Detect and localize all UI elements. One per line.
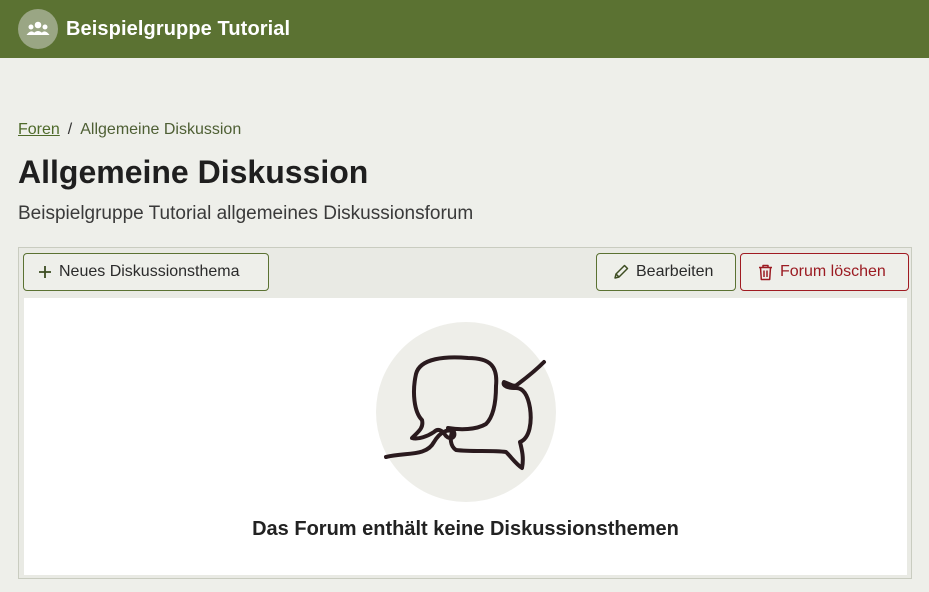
edit-forum-button[interactable]: Bearbeiten bbox=[596, 253, 736, 291]
group-title[interactable]: Beispielgruppe Tutorial bbox=[66, 18, 290, 41]
empty-state-message: Das Forum enthält keine Diskussionstheme… bbox=[252, 518, 679, 540]
top-bar: Beispielgruppe Tutorial bbox=[0, 0, 929, 58]
edit-forum-label: Bearbeiten bbox=[636, 263, 714, 280]
new-topic-button[interactable]: Neues Diskussionsthema bbox=[23, 253, 269, 291]
breadcrumb: Foren / Allgemeine Diskussion bbox=[18, 121, 241, 139]
group-icon[interactable] bbox=[18, 9, 58, 49]
empty-state: Das Forum enthält keine Diskussionstheme… bbox=[24, 298, 907, 575]
forum-panel: Neues Diskussionsthema Bearbeiten Forum … bbox=[18, 247, 912, 579]
plus-icon bbox=[38, 265, 52, 279]
breadcrumb-current: Allgemeine Diskussion bbox=[80, 121, 242, 138]
pencil-icon bbox=[613, 264, 629, 280]
speech-bubbles-icon bbox=[376, 322, 556, 502]
delete-forum-label: Forum löschen bbox=[780, 263, 886, 280]
page-subtitle: Beispielgruppe Tutorial allgemeines Disk… bbox=[18, 203, 474, 224]
trash-icon bbox=[758, 264, 773, 281]
breadcrumb-separator: / bbox=[67, 121, 73, 138]
breadcrumb-link-foren[interactable]: Foren bbox=[18, 121, 60, 139]
delete-forum-button[interactable]: Forum löschen bbox=[740, 253, 909, 291]
page-title: Allgemeine Diskussion bbox=[18, 154, 369, 190]
new-topic-label: Neues Diskussionsthema bbox=[59, 263, 240, 280]
